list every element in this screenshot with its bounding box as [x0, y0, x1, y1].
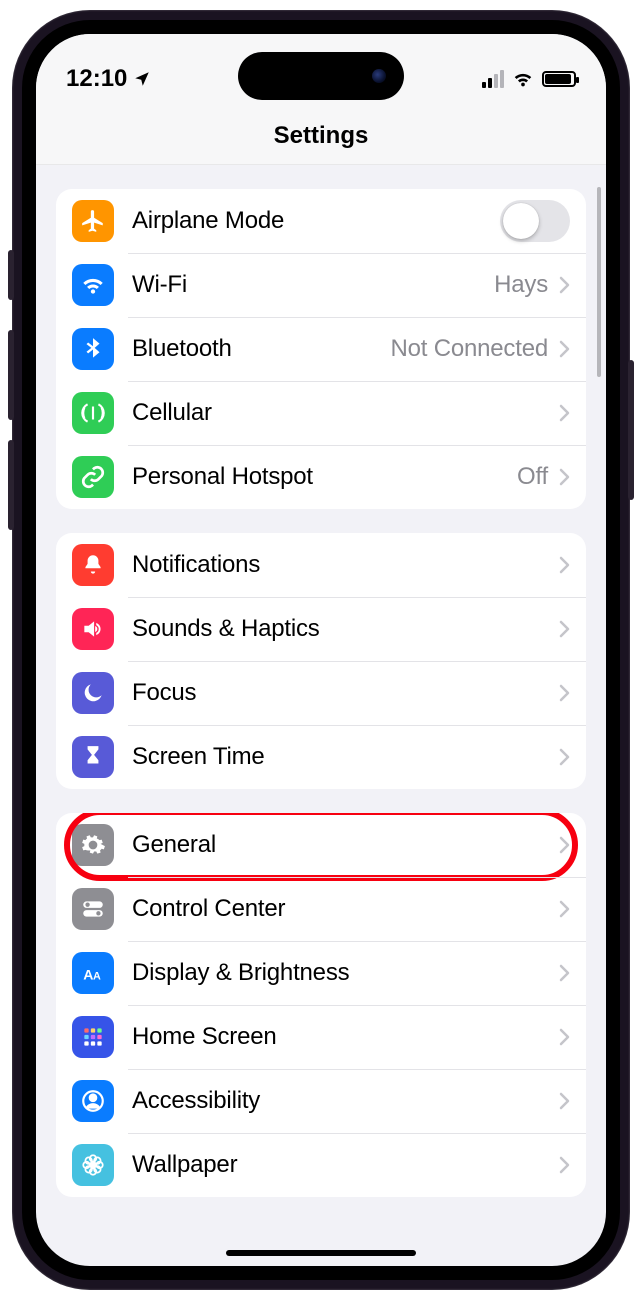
row-value: Not Connected [390, 335, 548, 363]
battery-icon [542, 71, 576, 87]
chevron-right-icon [558, 1156, 570, 1174]
chevron-right-icon [558, 276, 570, 294]
toggles-icon [72, 888, 114, 930]
row-bluetooth[interactable]: BluetoothNot Connected [56, 317, 586, 381]
row-label: Wi-Fi [132, 271, 494, 299]
bell-icon [72, 544, 114, 586]
chevron-right-icon [558, 340, 570, 358]
chevron-right-icon [558, 468, 570, 486]
row-general[interactable]: General [56, 813, 586, 877]
settings-group: General Control Center AA Display & Brightn… [56, 813, 586, 1197]
scroll-indicator[interactable] [597, 187, 601, 377]
phone-frame: 12:10 Settings Airplane ModeWi-FiHaysBlu… [12, 10, 630, 1290]
airplane-icon [72, 200, 114, 242]
row-value: Off [517, 463, 548, 491]
chevron-right-icon [558, 836, 570, 854]
cellular-icon [72, 392, 114, 434]
row-label: Control Center [132, 895, 558, 923]
chevron-right-icon [558, 684, 570, 702]
gear-icon [72, 824, 114, 866]
row-homescreen[interactable]: Home Screen [56, 1005, 586, 1069]
row-label: Bluetooth [132, 335, 390, 363]
aa-icon: AA [72, 952, 114, 994]
chevron-right-icon [558, 964, 570, 982]
front-camera-icon [372, 69, 386, 83]
row-label: Screen Time [132, 743, 558, 771]
chevron-right-icon [558, 556, 570, 574]
row-accessibility[interactable]: Accessibility [56, 1069, 586, 1133]
bluetooth-icon [72, 328, 114, 370]
wifi-icon [512, 68, 534, 90]
row-label: Home Screen [132, 1023, 558, 1051]
dynamic-island [238, 52, 404, 100]
cellular-signal-icon [482, 70, 504, 88]
row-value: Hays [494, 271, 548, 299]
settings-group: Airplane ModeWi-FiHaysBluetoothNot Conne… [56, 189, 586, 509]
svg-text:A: A [83, 967, 93, 983]
chevron-right-icon [558, 1092, 570, 1110]
svg-text:A: A [93, 971, 101, 983]
status-time: 12:10 [66, 65, 127, 93]
row-label: Airplane Mode [132, 207, 500, 235]
row-wallpaper[interactable]: Wallpaper [56, 1133, 586, 1197]
row-display[interactable]: AA Display & Brightness [56, 941, 586, 1005]
hourglass-icon [72, 736, 114, 778]
row-label: Sounds & Haptics [132, 615, 558, 643]
row-screentime[interactable]: Screen Time [56, 725, 586, 789]
home-indicator[interactable] [226, 1250, 416, 1256]
row-label: Personal Hotspot [132, 463, 517, 491]
row-cellular[interactable]: Cellular [56, 381, 586, 445]
settings-group: Notifications Sounds & Haptics Focus Screen… [56, 533, 586, 789]
location-icon [133, 70, 151, 88]
wifi-icon [72, 264, 114, 306]
airplane-switch[interactable] [500, 200, 570, 242]
screen: 12:10 Settings Airplane ModeWi-FiHaysBlu… [22, 20, 620, 1280]
row-airplane[interactable]: Airplane Mode [56, 189, 586, 253]
row-label: Wallpaper [132, 1151, 558, 1179]
volume-up-button [8, 330, 14, 420]
chevron-right-icon [558, 1028, 570, 1046]
row-wifi[interactable]: Wi-FiHays [56, 253, 586, 317]
row-sounds[interactable]: Sounds & Haptics [56, 597, 586, 661]
row-label: Cellular [132, 399, 558, 427]
row-notifications[interactable]: Notifications [56, 533, 586, 597]
row-label: Display & Brightness [132, 959, 558, 987]
row-hotspot[interactable]: Personal HotspotOff [56, 445, 586, 509]
chevron-right-icon [558, 900, 570, 918]
volume-down-button [8, 440, 14, 530]
page-title: Settings [36, 114, 606, 165]
row-label: Accessibility [132, 1087, 558, 1115]
link-icon [72, 456, 114, 498]
row-label: Notifications [132, 551, 558, 579]
settings-list[interactable]: Airplane ModeWi-FiHaysBluetoothNot Conne… [36, 165, 606, 1231]
person-icon [72, 1080, 114, 1122]
row-label: General [132, 831, 558, 859]
moon-icon [72, 672, 114, 714]
row-focus[interactable]: Focus [56, 661, 586, 725]
chevron-right-icon [558, 620, 570, 638]
row-controlcenter[interactable]: Control Center [56, 877, 586, 941]
grid-icon [72, 1016, 114, 1058]
speaker-icon [72, 608, 114, 650]
mute-switch [8, 250, 14, 300]
chevron-right-icon [558, 748, 570, 766]
row-label: Focus [132, 679, 558, 707]
power-button [628, 360, 634, 500]
chevron-right-icon [558, 404, 570, 422]
flower-icon [72, 1144, 114, 1186]
